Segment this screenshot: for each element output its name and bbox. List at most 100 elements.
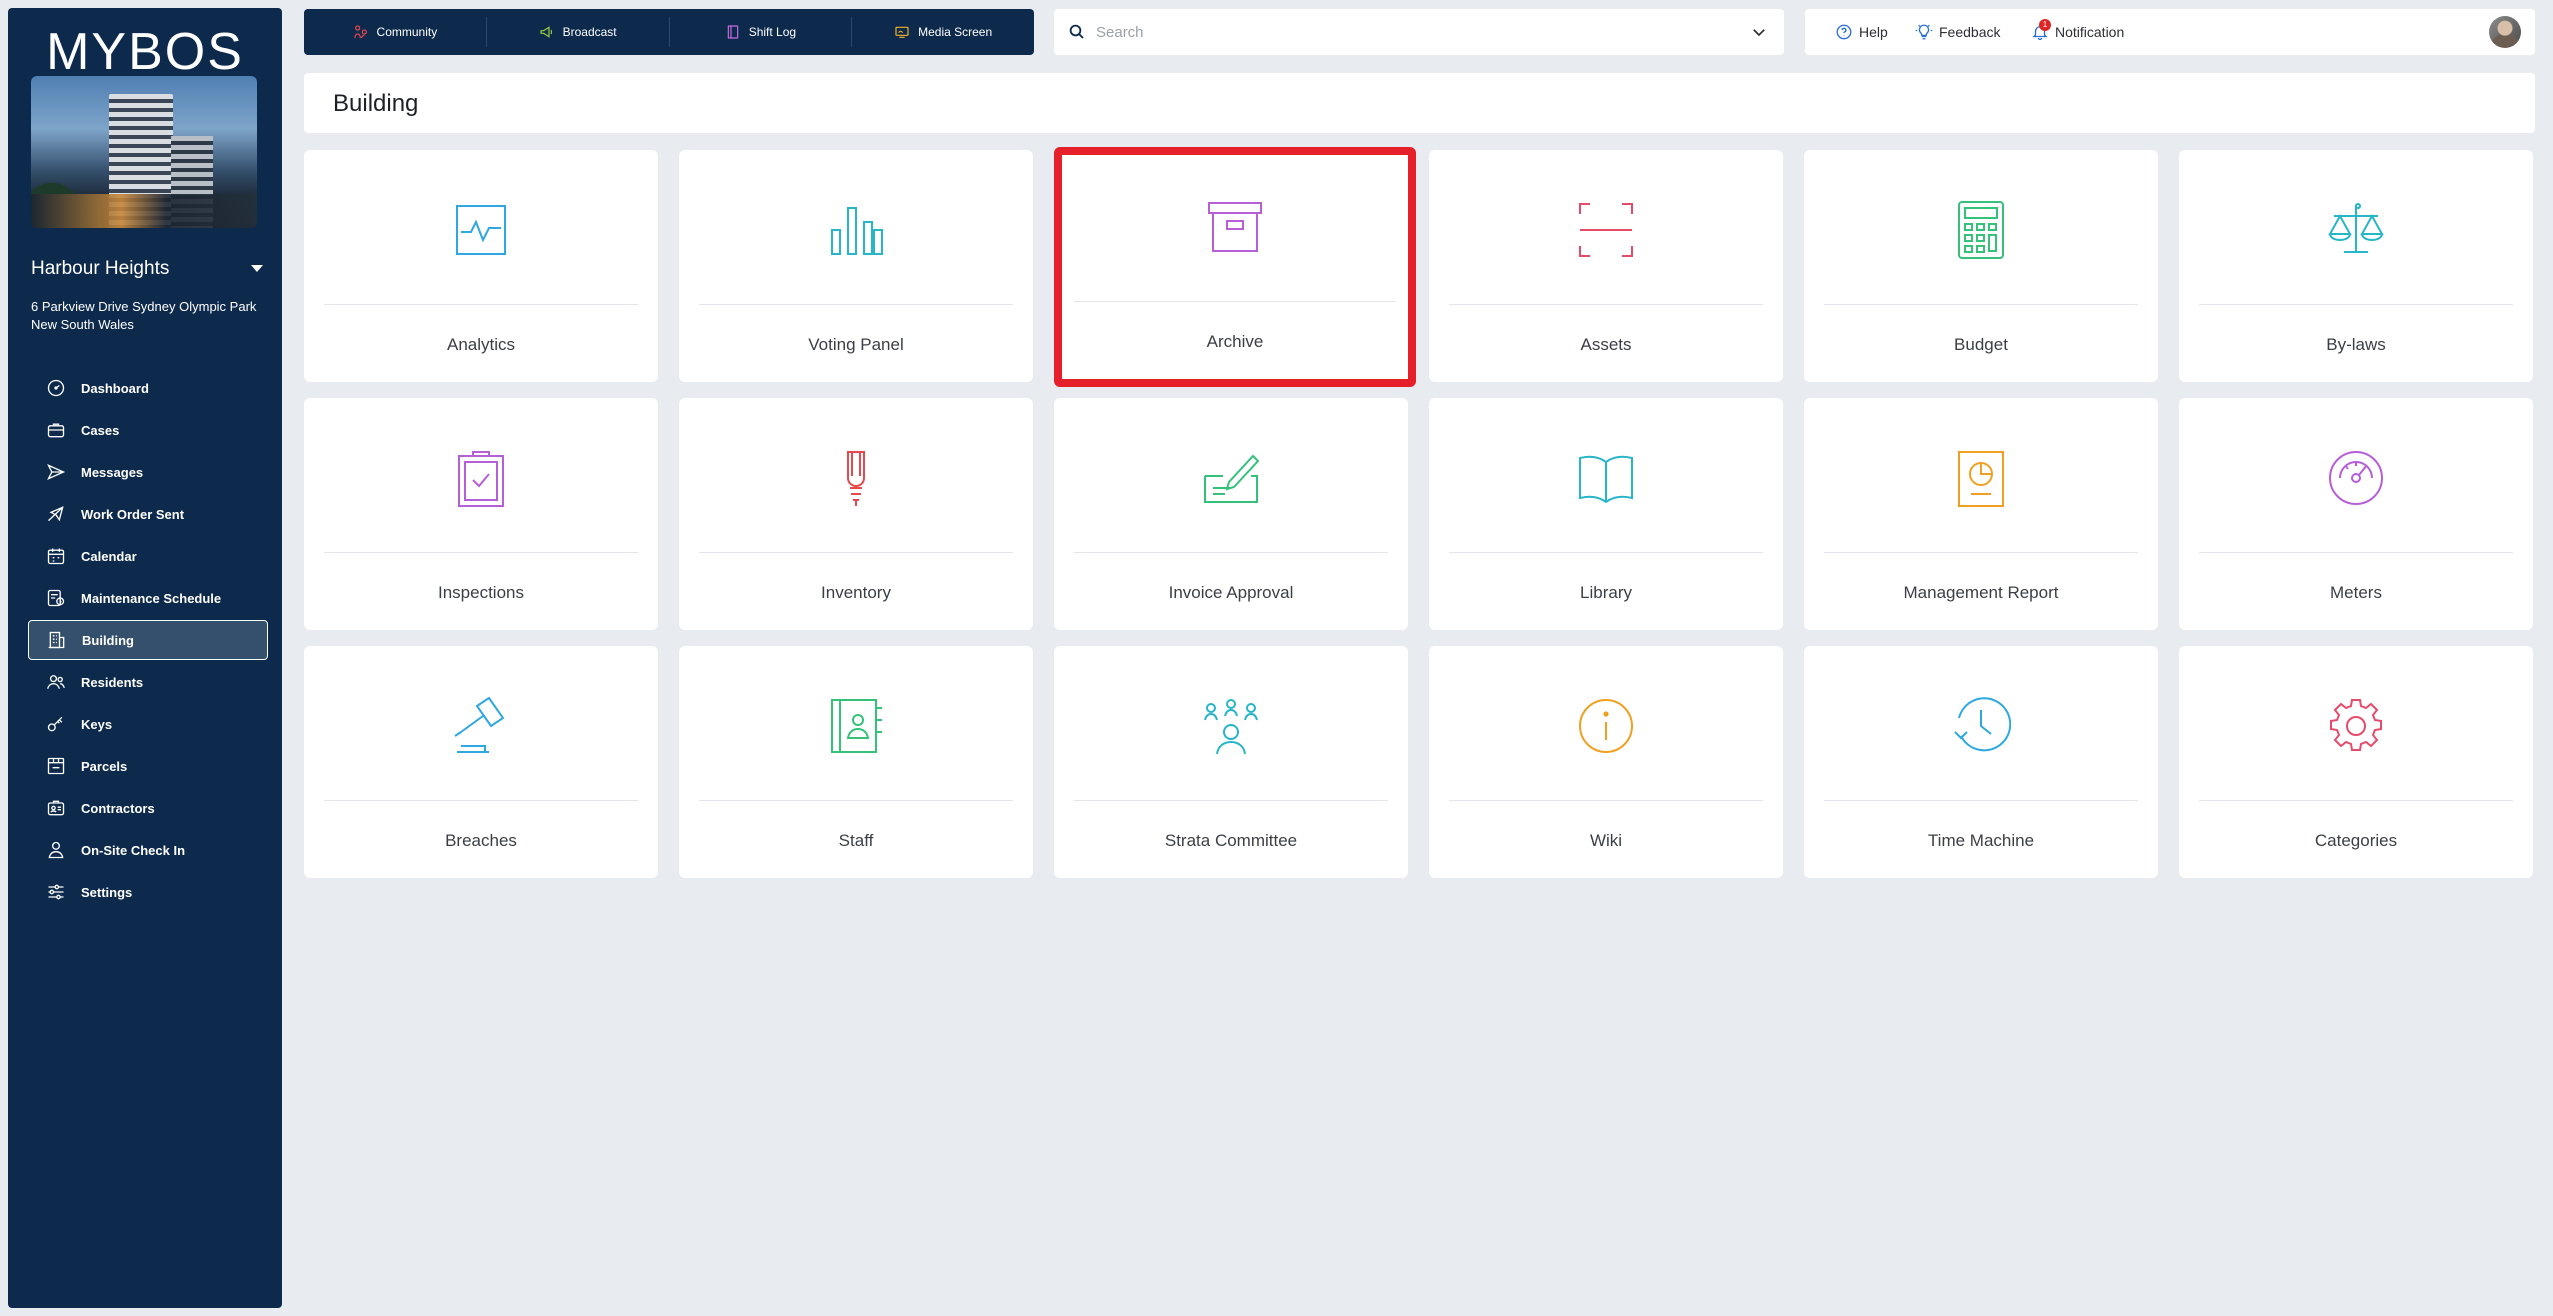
tile-categories[interactable]: Categories (2179, 646, 2533, 878)
calculator-icon (1958, 201, 2004, 259)
tile-strata-committee[interactable]: Strata Committee (1054, 646, 1408, 878)
notification-badge: 1 (2039, 19, 2051, 31)
help-link[interactable]: Help (1835, 9, 1888, 55)
analytics-icon (456, 205, 506, 255)
shift-log-button[interactable]: Shift Log (670, 17, 853, 47)
report-icon (1958, 451, 2004, 507)
sidebar-nav: Dashboard Cases Messages Work Order Sent… (28, 368, 268, 914)
staff-book-icon (831, 699, 882, 753)
history-icon (1954, 697, 2011, 752)
tile-by-laws[interactable]: By-laws (2179, 150, 2533, 382)
residents-icon (45, 671, 67, 693)
notification-link[interactable]: 1 Notification (2031, 9, 2124, 55)
broadcast-button[interactable]: Broadcast (487, 17, 670, 47)
sidebar-item-on-site-check-in[interactable]: On-Site Check In (28, 830, 268, 870)
sidebar-item-residents[interactable]: Residents (28, 662, 268, 702)
community-icon (353, 25, 367, 39)
tile-label: By-laws (2326, 335, 2386, 354)
media-screen-button[interactable]: Media Screen (852, 17, 1034, 47)
clipboard-check-icon (458, 451, 504, 507)
send-icon (45, 461, 67, 483)
sidebar-item-label: Parcels (81, 758, 128, 774)
tile-budget[interactable]: Budget (1804, 150, 2158, 382)
sidebar-item-label: Cases (81, 422, 120, 438)
tile-analytics[interactable]: Analytics (304, 150, 658, 382)
tile-invoice-approval[interactable]: Invoice Approval (1054, 398, 1408, 630)
settings-icon (45, 881, 67, 903)
shift-log-icon (727, 25, 738, 39)
dashboard-icon (45, 377, 67, 399)
search-icon (1069, 24, 1084, 39)
feedback-label: Feedback (1939, 24, 2001, 40)
archive-box-icon (1208, 202, 1262, 252)
search-input[interactable] (1094, 22, 1718, 42)
media-screen-label: Media Screen (918, 25, 993, 39)
sidebar-item-settings[interactable]: Settings (28, 872, 268, 912)
sidebar-item-label: Keys (81, 716, 113, 732)
committee-icon (1204, 699, 1258, 755)
sidebar-item-label: Settings (81, 884, 133, 900)
sidebar-item-messages[interactable]: Messages (28, 452, 268, 492)
sidebar-item-cases[interactable]: Cases (28, 410, 268, 450)
site-name[interactable]: Harbour Heights (31, 258, 169, 280)
sidebar-item-dashboard[interactable]: Dashboard (28, 368, 268, 408)
feedback-link[interactable]: Feedback (1915, 9, 2000, 55)
tile-label: Wiki (1589, 831, 1623, 850)
community-label: Community (376, 25, 438, 39)
avatar[interactable] (2489, 16, 2521, 48)
tile-breaches[interactable]: Breaches (304, 646, 658, 878)
help-icon (1836, 24, 1852, 40)
chevron-down-icon[interactable] (1750, 23, 1768, 41)
help-label: Help (1859, 24, 1888, 40)
lightbulb-icon (1915, 24, 1933, 40)
page-header: Building (304, 73, 2535, 133)
signature-icon (1204, 454, 1260, 503)
tile-wiki[interactable]: Wiki (1429, 646, 1783, 878)
tile-assets[interactable]: Assets (1429, 150, 1783, 382)
community-button[interactable]: Community (304, 17, 487, 47)
schedule-icon (45, 587, 67, 609)
sidebar-item-parcels[interactable]: Parcels (28, 746, 268, 786)
gavel-icon (454, 696, 505, 753)
broadcast-label: Broadcast (562, 25, 617, 39)
tile-time-machine[interactable]: Time Machine (1804, 646, 2158, 878)
tile-management-report[interactable]: Management Report (1804, 398, 2158, 630)
tile-staff[interactable]: Staff (679, 646, 1033, 878)
tile-label: Assets (1580, 335, 1632, 354)
gear-network-icon (2330, 699, 2382, 751)
sidebar-item-maintenance-schedule[interactable]: Maintenance Schedule (28, 578, 268, 618)
broadcast-icon (540, 26, 552, 38)
sidebar-item-label: Work Order Sent (81, 506, 185, 522)
sidebar-item-label: On-Site Check In (81, 842, 186, 858)
tile-inspections[interactable]: Inspections (304, 398, 658, 630)
sidebar-item-building[interactable]: Building (28, 620, 268, 660)
tile-meters[interactable]: Meters (2179, 398, 2533, 630)
parcel-icon (45, 755, 67, 777)
sidebar-item-work-order-sent[interactable]: Work Order Sent (28, 494, 268, 534)
sidebar-item-label: Dashboard (81, 380, 149, 396)
tile-library[interactable]: Library (1429, 398, 1783, 630)
check-in-icon (45, 839, 67, 861)
tile-label: Inventory (821, 583, 891, 602)
sidebar-item-keys[interactable]: Keys (28, 704, 268, 744)
site-dropdown-caret-icon[interactable] (251, 265, 263, 272)
building-photo (31, 76, 257, 228)
building-icon (46, 629, 68, 651)
sidebar-item-calendar[interactable]: Calendar (28, 536, 268, 576)
book-icon (1579, 455, 1633, 504)
sidebar-item-label: Messages (81, 464, 144, 480)
shift-log-label: Shift Log (748, 25, 797, 39)
megaphone-icon (45, 503, 67, 525)
sidebar-item-contractors[interactable]: Contractors (28, 788, 268, 828)
bar-chart-icon (831, 207, 883, 255)
tile-inventory[interactable]: Inventory (679, 398, 1033, 630)
mybos-logo[interactable]: MYBOS (8, 22, 282, 82)
tile-voting-panel[interactable]: Voting Panel (679, 150, 1033, 382)
briefcase-icon (45, 419, 67, 441)
tile-archive[interactable]: Archive (1054, 147, 1416, 387)
notification-label: Notification (2055, 24, 2125, 40)
tile-label: Library (1580, 583, 1632, 602)
user-bar: Help Feedback 1 Notification (1805, 9, 2535, 55)
tile-label: Breaches (445, 831, 517, 850)
sidebar-item-label: Maintenance Schedule (81, 590, 222, 606)
